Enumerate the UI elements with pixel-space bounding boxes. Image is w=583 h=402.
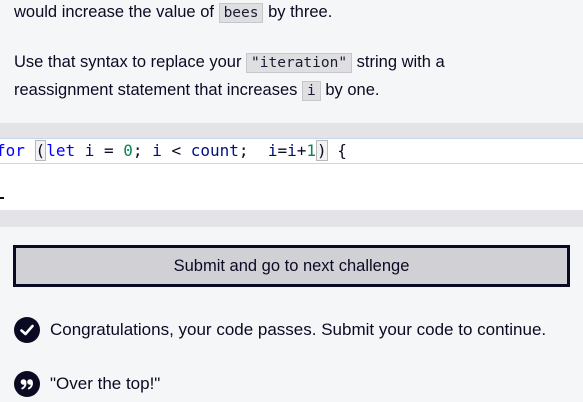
code-token-punctuation: ; <box>132 141 153 160</box>
instruction-text: Use that syntax to replace your <box>14 53 242 71</box>
instruction-text: by three. <box>268 3 333 21</box>
code-token-identifier: i <box>267 141 278 160</box>
instruction-text: string with a <box>356 53 445 71</box>
instruction-text: by one. <box>325 81 380 99</box>
code-token-punctuation: ; <box>238 141 268 160</box>
instruction-line: would increase the value of bees by thre… <box>14 0 332 27</box>
code-token-identifier: i <box>152 141 162 160</box>
code-token-operator: < <box>161 141 191 160</box>
code-token-bracket-match: ( <box>34 140 47 161</box>
editor-text-area[interactable] <box>0 164 583 210</box>
inline-code: "iteration" <box>246 53 353 73</box>
quote-icon <box>14 371 40 397</box>
submit-button[interactable]: Submit and go to next challenge <box>13 245 570 287</box>
code-token-identifier: count <box>190 141 239 160</box>
code-token-operator: + <box>296 141 307 160</box>
code-line[interactable]: for (let i = 0; i < count; i=i+1) { <box>0 139 347 163</box>
code-token-keyword: for <box>0 141 25 160</box>
code-token-operator: = <box>277 141 288 160</box>
inline-code: bees <box>218 3 264 23</box>
text-cursor <box>0 197 4 199</box>
code-token-number: 1 <box>306 141 317 160</box>
encouragement-quote: "Over the top!" <box>14 371 160 397</box>
instruction-line: reassignment statement that increases i … <box>14 76 379 105</box>
code-token-number: 0 <box>123 141 133 160</box>
checkmark-circle-icon <box>14 317 40 343</box>
code-token-keyword: let <box>46 141 76 160</box>
instruction-text: reassignment statement that increases <box>14 81 298 99</box>
code-token-bracket-match: ) <box>316 140 328 161</box>
pass-message-text: Congratulations, your code passes. Submi… <box>50 320 547 339</box>
test-pass-message: Congratulations, your code passes. Submi… <box>14 317 546 343</box>
quote-text: "Over the top!" <box>50 374 161 393</box>
code-token-punctuation: { <box>327 141 347 160</box>
code-token-identifier: i <box>287 141 297 160</box>
code-token-operator: = <box>94 141 124 160</box>
instruction-text: would increase the value of <box>14 3 214 21</box>
code-editor[interactable]: for (let i = 0; i < count; i=i+1) { <box>0 123 583 227</box>
inline-code: i <box>302 81 321 101</box>
instruction-line: Use that syntax to replace your "iterati… <box>14 48 445 77</box>
code-token-identifier: i <box>84 141 95 160</box>
